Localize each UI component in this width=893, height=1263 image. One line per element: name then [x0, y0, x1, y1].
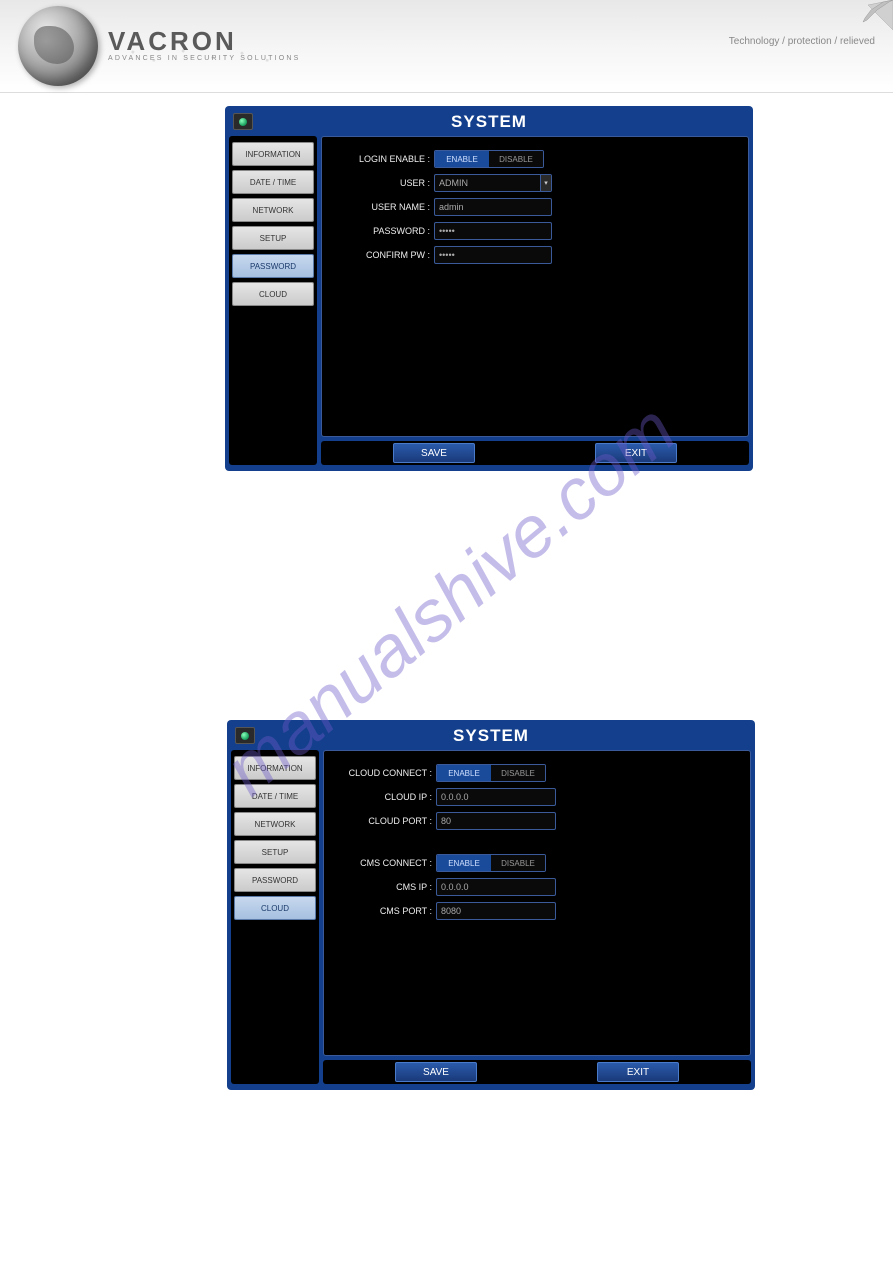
- brand-name: VACRON: [108, 26, 301, 57]
- label-cms-port: CMS PORT :: [332, 906, 436, 916]
- tab-date-time[interactable]: DATE / TIME: [234, 784, 316, 808]
- label-cloud-port: CLOUD PORT :: [332, 816, 436, 826]
- tab-information[interactable]: INFORMATION: [234, 756, 316, 780]
- tab-information[interactable]: INFORMATION: [232, 142, 314, 166]
- input-cloud-ip-value: 0.0.0.0: [441, 792, 469, 802]
- page-header: VACRON ADVANCES IN SECURITY SOLUTIONS Te…: [0, 0, 893, 93]
- toggle-disable[interactable]: DISABLE: [491, 855, 545, 871]
- input-password[interactable]: •••••: [434, 222, 552, 240]
- form-area: CLOUD CONNECT : ENABLE DISABLE CLOUD IP …: [323, 750, 751, 1056]
- system-panel-password: SYSTEM INFORMATION DATE / TIME NETWORK S…: [225, 106, 753, 471]
- input-cms-port[interactable]: 8080: [436, 902, 556, 920]
- label-user: USER :: [330, 178, 434, 188]
- label-password: PASSWORD :: [330, 226, 434, 236]
- panel-footer: SAVE EXIT: [323, 1060, 751, 1084]
- toggle-enable[interactable]: ENABLE: [435, 151, 489, 167]
- tab-setup[interactable]: SETUP: [232, 226, 314, 250]
- toggle-login-enable[interactable]: ENABLE DISABLE: [434, 150, 544, 168]
- toggle-disable[interactable]: DISABLE: [491, 765, 545, 781]
- input-cloud-ip[interactable]: 0.0.0.0: [436, 788, 556, 806]
- input-password-value: •••••: [439, 226, 455, 236]
- input-user-name[interactable]: admin: [434, 198, 552, 216]
- input-cms-ip-value: 0.0.0.0: [441, 882, 469, 892]
- label-cms-ip: CMS IP :: [332, 882, 436, 892]
- tab-cloud[interactable]: CLOUD: [232, 282, 314, 306]
- input-confirm-pw[interactable]: •••••: [434, 246, 552, 264]
- select-user[interactable]: ADMIN ▾: [434, 174, 552, 192]
- panel-footer: SAVE EXIT: [321, 441, 749, 465]
- camera-icon: [233, 113, 253, 130]
- system-panel-cloud: SYSTEM INFORMATION DATE / TIME NETWORK S…: [227, 720, 755, 1090]
- input-cms-port-value: 8080: [441, 906, 461, 916]
- tab-cloud[interactable]: CLOUD: [234, 896, 316, 920]
- toggle-enable[interactable]: ENABLE: [437, 765, 491, 781]
- exit-button[interactable]: EXIT: [597, 1062, 679, 1082]
- exit-button[interactable]: EXIT: [595, 443, 677, 463]
- save-button[interactable]: SAVE: [395, 1062, 477, 1082]
- panel-title: SYSTEM: [231, 726, 751, 746]
- tab-network[interactable]: NETWORK: [234, 812, 316, 836]
- pen-corner-icon: [853, 0, 893, 40]
- panel-title: SYSTEM: [229, 112, 749, 132]
- save-button[interactable]: SAVE: [393, 443, 475, 463]
- toggle-enable[interactable]: ENABLE: [437, 855, 491, 871]
- camera-icon: [235, 727, 255, 744]
- tab-password[interactable]: PASSWORD: [234, 868, 316, 892]
- label-user-name: USER NAME :: [330, 202, 434, 212]
- globe-icon: [18, 6, 98, 86]
- input-cloud-port-value: 80: [441, 816, 451, 826]
- titlebar: SYSTEM: [229, 110, 749, 134]
- label-cloud-connect: CLOUD CONNECT :: [332, 768, 436, 778]
- tab-setup[interactable]: SETUP: [234, 840, 316, 864]
- toggle-cms-connect[interactable]: ENABLE DISABLE: [436, 854, 546, 872]
- toggle-cloud-connect[interactable]: ENABLE DISABLE: [436, 764, 546, 782]
- titlebar: SYSTEM: [231, 724, 751, 748]
- input-cms-ip[interactable]: 0.0.0.0: [436, 878, 556, 896]
- tab-date-time[interactable]: DATE / TIME: [232, 170, 314, 194]
- input-user-name-value: admin: [439, 202, 464, 212]
- label-cms-connect: CMS CONNECT :: [332, 858, 436, 868]
- label-login-enable: LOGIN ENABLE :: [330, 154, 434, 164]
- form-area: LOGIN ENABLE : ENABLE DISABLE USER : ADM…: [321, 136, 749, 437]
- toggle-disable[interactable]: DISABLE: [489, 151, 543, 167]
- tab-network[interactable]: NETWORK: [232, 198, 314, 222]
- chevron-down-icon[interactable]: ▾: [540, 175, 551, 191]
- brand-tagline: ADVANCES IN SECURITY SOLUTIONS: [108, 55, 301, 62]
- label-cloud-ip: CLOUD IP :: [332, 792, 436, 802]
- sidebar: INFORMATION DATE / TIME NETWORK SETUP PA…: [231, 750, 319, 1084]
- input-confirm-pw-value: •••••: [439, 250, 455, 260]
- sidebar: INFORMATION DATE / TIME NETWORK SETUP PA…: [229, 136, 317, 465]
- select-user-value: ADMIN: [439, 178, 468, 188]
- tab-password[interactable]: PASSWORD: [232, 254, 314, 278]
- input-cloud-port[interactable]: 80: [436, 812, 556, 830]
- label-confirm-pw: CONFIRM PW :: [330, 250, 434, 260]
- brand-logo: VACRON ADVANCES IN SECURITY SOLUTIONS: [108, 26, 301, 62]
